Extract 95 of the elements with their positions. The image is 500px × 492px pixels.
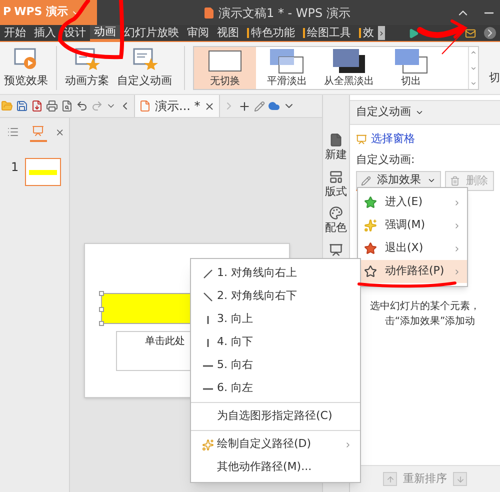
caret-icon [427, 176, 436, 185]
caret-icon [415, 108, 424, 117]
slide-thumbnail[interactable] [24, 158, 61, 186]
path-menu-item[interactable]: 4. 向下 [191, 331, 360, 354]
path-menu-item[interactable]: 为自选图形指定路径(C) [191, 405, 360, 428]
diagonal-line-icon [203, 268, 213, 278]
transition-option[interactable]: 从全黑淡出 [318, 47, 380, 89]
transition-thumbnail [207, 48, 243, 74]
section-label: 自定义动画: [355, 152, 416, 168]
window-title: 演示文稿1 * - WPS 演示 [218, 4, 350, 22]
preview-icon [13, 46, 39, 71]
context-tab-mark [247, 28, 249, 38]
arrow-down-icon [456, 474, 464, 484]
selection-pane-link[interactable]: 选择窗格 [350, 131, 500, 148]
save-icon[interactable] [16, 100, 28, 112]
pen-icon [361, 176, 371, 186]
menu-tab[interactable]: 幻灯片放映 [120, 25, 183, 41]
page-icon [329, 133, 343, 147]
expand-icon [470, 80, 477, 87]
layout-icon [329, 170, 343, 184]
document-star-icon [73, 46, 101, 71]
pane-icon [356, 134, 367, 145]
scroll-right-button[interactable] [378, 26, 385, 40]
menu-tab[interactable]: 视图 [213, 25, 243, 41]
print-preview-icon[interactable] [61, 100, 73, 112]
menu-tab[interactable]: 设计 [60, 25, 90, 41]
path-menu-item[interactable]: 1. 对角线向右上 [191, 262, 360, 285]
horizontal-line-icon [203, 386, 213, 390]
annotation-arrow [417, 20, 468, 54]
chevron-right-icon [378, 30, 385, 36]
star-icon [364, 242, 377, 255]
document-icon [202, 6, 215, 18]
cloud-icon[interactable] [268, 100, 280, 112]
trash-icon [450, 176, 460, 186]
presentation-file-icon [139, 100, 151, 112]
pen-icon[interactable] [254, 100, 266, 112]
effect-menu-item[interactable]: 进入(E) [358, 191, 467, 214]
reorder-label: 重新排序 [403, 470, 447, 487]
hint-text: 选中幻灯片的某个元素， [369, 300, 480, 314]
star-icon [364, 196, 377, 209]
path-menu-item[interactable]: 3. 向上 [191, 308, 360, 331]
path-menu-item[interactable]: 6. 向左 [191, 377, 360, 400]
side-tool-button[interactable]: 版式 [325, 170, 347, 200]
ribbon-label: 切 [489, 70, 500, 86]
ribbon-button[interactable]: 预览效果 [0, 42, 52, 94]
gallery-scrollbar[interactable] [468, 47, 478, 89]
close-icon[interactable] [204, 100, 216, 112]
diagonal-line-icon [203, 292, 213, 302]
document-tab[interactable]: 演示... * [134, 95, 220, 117]
new-tab-icon[interactable] [238, 100, 252, 112]
slide-number: 1 [11, 159, 19, 176]
chevron-down-icon [470, 64, 477, 72]
transition-option[interactable]: 平滑淡出 [256, 47, 318, 89]
ribbon-button[interactable]: 自定义动画 [113, 42, 176, 94]
pane-header[interactable]: 自定义动画 [350, 100, 500, 125]
context-tab-mark [303, 28, 305, 38]
print-icon[interactable] [46, 100, 58, 112]
transition-option[interactable]: 切出 [380, 47, 442, 89]
effect-menu-item[interactable]: 动作路径(P) [358, 260, 467, 283]
undo-icon[interactable] [76, 100, 88, 112]
path-menu-item[interactable]: 2. 对角线向右下 [191, 285, 360, 308]
ribbon-button[interactable]: 动画方案 [61, 42, 113, 94]
side-tool-button[interactable]: 新建 [325, 133, 347, 164]
play-icon[interactable] [408, 28, 419, 38]
mail-icon[interactable] [465, 28, 476, 38]
arrow-up-icon [386, 474, 394, 484]
pdf-icon[interactable] [31, 100, 43, 112]
star-path-icon [202, 438, 214, 450]
close-icon[interactable] [55, 126, 65, 138]
text-placeholder[interactable]: 单击此处 [145, 334, 185, 370]
horizontal-line-icon [203, 364, 213, 368]
transition-option[interactable]: 无切换 [194, 47, 256, 89]
vertical-line-icon [206, 314, 210, 324]
hint-text: 击“添加效果”添加动 [384, 314, 476, 329]
star-outline-icon [364, 265, 377, 278]
chevron-up-icon [470, 49, 477, 56]
vertical-line-icon [206, 338, 210, 348]
document-star-icon [130, 46, 158, 71]
menu-tab[interactable]: 效 [355, 25, 378, 41]
side-tool-button[interactable]: 配色 [325, 206, 347, 236]
path-menu-item[interactable]: 绘制自定义路径(D) [191, 433, 360, 456]
path-menu-item[interactable]: 其他动作路径(M)... [191, 456, 360, 479]
context-tab-mark [359, 28, 361, 38]
transition-thumbnail [331, 48, 367, 74]
palette-icon [329, 206, 343, 220]
menu-tab[interactable]: 动画 [90, 25, 120, 41]
menu-tab[interactable]: 开始 [0, 25, 30, 41]
slide-icon [32, 125, 44, 137]
menu-tab[interactable]: 审阅 [183, 25, 213, 41]
effect-menu-item[interactable]: 退出(X) [358, 237, 467, 260]
menu-tab[interactable]: 绘图工具 [299, 25, 355, 41]
menu-tab[interactable]: 特色功能 [243, 25, 299, 41]
effect-menu-item[interactable]: 强调(M) [358, 214, 467, 237]
menu-tab[interactable]: 插入 [30, 25, 60, 41]
path-menu-item[interactable]: 5. 向右 [191, 354, 360, 377]
